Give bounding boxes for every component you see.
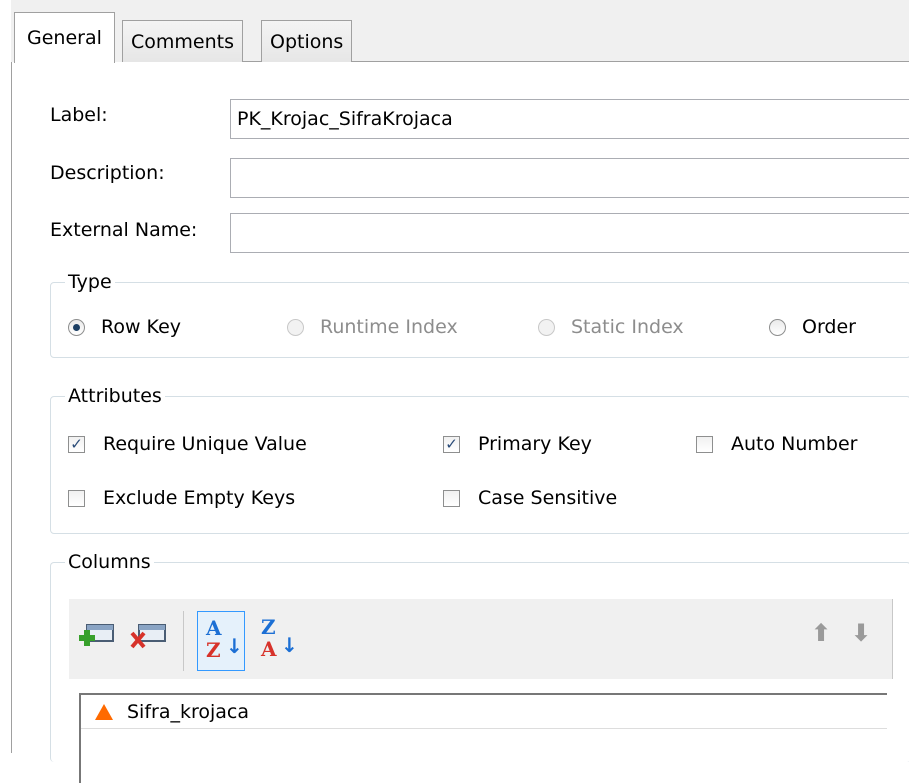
columns-toolbar: A Z ↓ Z A ↓ ⬆ ⬇ xyxy=(69,599,893,679)
radio-runtime-index-dot xyxy=(287,318,304,336)
checkbox-require-unique-value-box: ✓ xyxy=(68,435,85,453)
columns-group: Columns A Z ↓ Z A ↓ ⬆ ⬇ Sifra_krojaca xyxy=(50,549,909,783)
description-input[interactable] xyxy=(230,158,909,198)
sort-descending-button[interactable]: Z A ↓ xyxy=(253,611,301,671)
external-name-input[interactable] xyxy=(230,213,909,253)
radio-static-index-label: Static Index xyxy=(571,316,684,338)
arrow-down-icon: ⬇ xyxy=(851,619,872,647)
add-column-icon xyxy=(79,624,114,646)
type-group-title: Type xyxy=(65,269,115,295)
checkbox-exclude-empty-keys[interactable]: Exclude Empty Keys xyxy=(68,487,295,509)
checkbox-exclude-empty-keys-box xyxy=(68,489,85,507)
radio-static-index[interactable]: Static Index xyxy=(538,316,684,338)
sort-asc-letter-bottom: Z xyxy=(206,638,221,662)
columns-group-title: Columns xyxy=(65,549,154,575)
checkbox-auto-number[interactable]: Auto Number xyxy=(696,433,857,455)
list-item-label: Sifra_krojaca xyxy=(127,700,250,723)
warning-triangle-icon xyxy=(95,703,113,720)
checkbox-exclude-empty-keys-label: Exclude Empty Keys xyxy=(103,487,296,509)
radio-order-label: Order xyxy=(802,316,856,338)
attributes-group-title: Attributes xyxy=(65,383,165,409)
tab-general[interactable]: General xyxy=(14,12,115,63)
radio-static-index-dot xyxy=(538,318,555,336)
radio-order[interactable]: Order xyxy=(769,316,856,338)
left-edge xyxy=(0,0,11,753)
checkbox-require-unique-value[interactable]: ✓ Require Unique Value xyxy=(68,433,307,455)
arrow-up-icon: ⬆ xyxy=(811,619,832,647)
columns-list: Sifra_krojaca xyxy=(79,693,887,783)
general-panel: Label: PK_Krojac_SifraKrojaca Descriptio… xyxy=(11,62,909,783)
add-column-button[interactable] xyxy=(77,611,125,671)
list-item[interactable]: Sifra_krojaca xyxy=(81,695,887,729)
checkbox-auto-number-box xyxy=(696,435,713,453)
radio-runtime-index-label: Runtime Index xyxy=(320,316,458,338)
checkbox-case-sensitive-box xyxy=(443,489,460,507)
sort-ascending-button[interactable]: A Z ↓ xyxy=(197,611,245,671)
remove-column-button[interactable] xyxy=(129,611,177,671)
tab-options[interactable]: Options xyxy=(261,20,353,62)
sort-asc-letter-top: A xyxy=(206,616,222,640)
checkbox-case-sensitive[interactable]: Case Sensitive xyxy=(443,487,617,509)
checkbox-case-sensitive-label: Case Sensitive xyxy=(478,487,618,509)
external-name-caption: External Name: xyxy=(50,219,198,241)
remove-column-icon xyxy=(130,624,166,649)
radio-runtime-index[interactable]: Runtime Index xyxy=(287,316,458,338)
sort-desc-letter-bottom: A xyxy=(261,637,277,661)
radio-row-key[interactable]: Row Key xyxy=(68,316,181,338)
tab-bar: General Comments Options xyxy=(0,0,909,63)
toolbar-separator xyxy=(183,611,184,671)
checkbox-primary-key-label: Primary Key xyxy=(478,433,592,455)
radio-row-key-label: Row Key xyxy=(101,316,181,338)
checkbox-auto-number-label: Auto Number xyxy=(731,433,858,455)
move-up-button[interactable]: ⬆ xyxy=(811,619,831,647)
radio-row-key-dot xyxy=(68,318,85,336)
radio-order-dot xyxy=(769,318,786,336)
tab-comments[interactable]: Comments xyxy=(122,20,243,62)
description-caption: Description: xyxy=(50,162,165,184)
sort-descending-icon: Z A ↓ xyxy=(259,613,299,661)
checkbox-primary-key[interactable]: ✓ Primary Key xyxy=(443,433,592,455)
checkbox-require-unique-value-label: Require Unique Value xyxy=(103,433,307,455)
attributes-group: Attributes ✓ Require Unique Value ✓ Prim… xyxy=(50,383,909,534)
label-input[interactable]: PK_Krojac_SifraKrojaca xyxy=(230,99,909,139)
checkbox-primary-key-box: ✓ xyxy=(443,435,460,453)
sort-desc-arrow: ↓ xyxy=(281,633,298,657)
move-down-button[interactable]: ⬇ xyxy=(851,619,871,647)
sort-desc-letter-top: Z xyxy=(261,615,276,639)
sort-asc-arrow: ↓ xyxy=(226,634,243,658)
label-caption: Label: xyxy=(50,104,108,126)
sort-ascending-icon: A Z ↓ xyxy=(204,614,244,662)
type-group: Type Row Key Runtime Index Static Index … xyxy=(50,269,909,358)
